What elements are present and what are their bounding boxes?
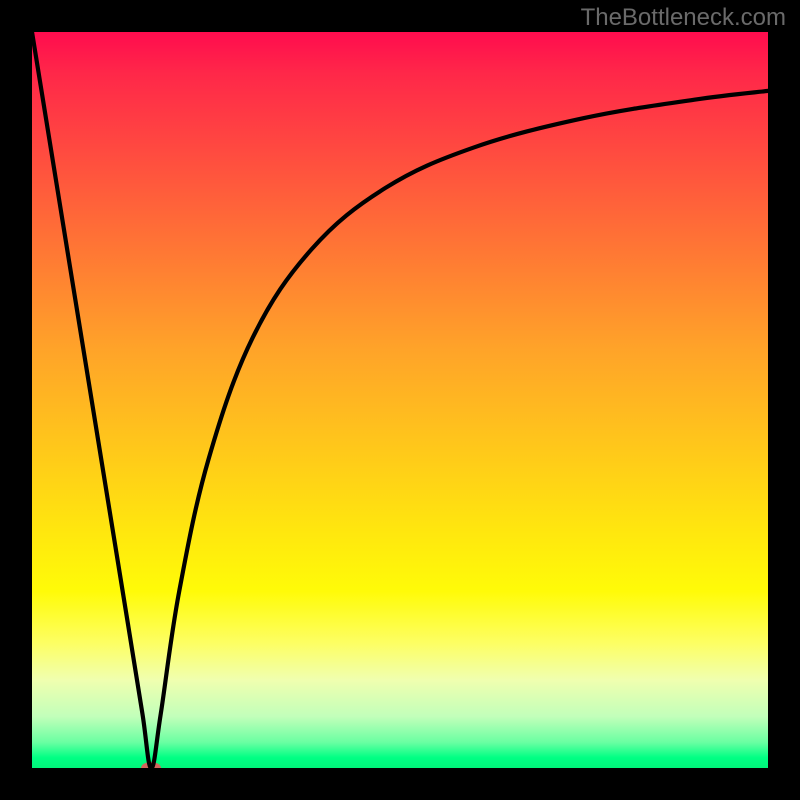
bottleneck-curve-path xyxy=(32,32,768,768)
watermark-text: TheBottleneck.com xyxy=(581,4,786,32)
curve-svg xyxy=(32,32,768,768)
plot-area xyxy=(32,32,768,768)
chart-container: TheBottleneck.com xyxy=(0,0,800,800)
